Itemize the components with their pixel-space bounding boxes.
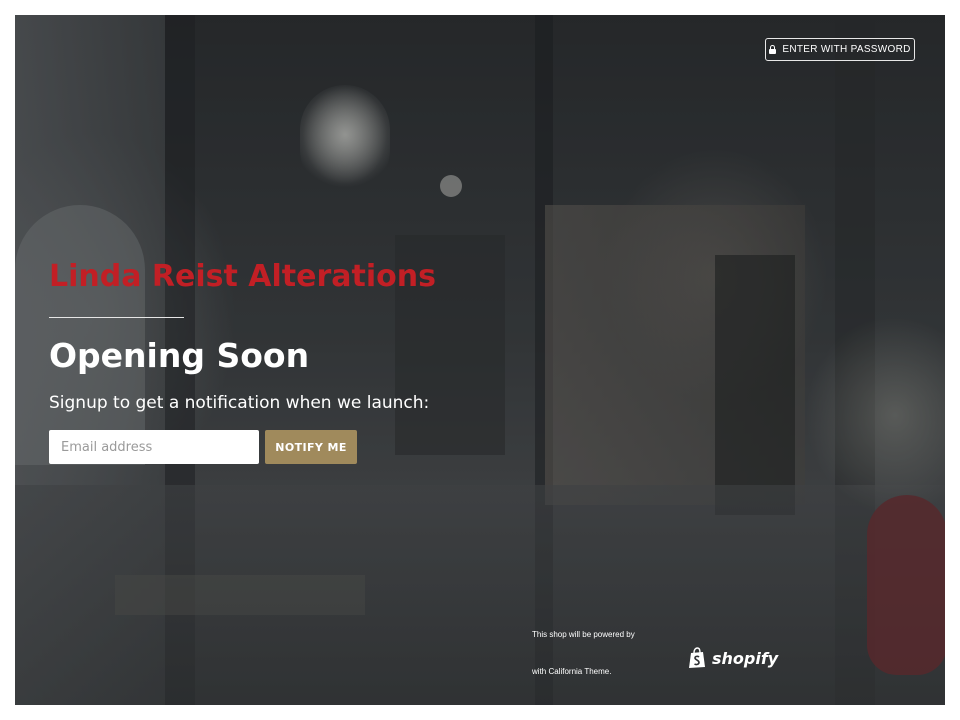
powered-by-line: This shop will be powered by xyxy=(532,630,635,639)
shopify-logo[interactable]: shopify xyxy=(688,647,778,669)
enter-with-password-button[interactable]: ENTER WITH PASSWORD xyxy=(765,38,915,61)
divider xyxy=(49,317,184,318)
signup-text: Signup to get a notification when we lau… xyxy=(49,393,430,413)
lock-icon xyxy=(769,45,777,54)
signup-form: NOTIFY ME xyxy=(49,430,649,464)
shop-name[interactable]: Linda Reist Alterations xyxy=(49,255,649,299)
main-content: Linda Reist Alterations Opening Soon Sig… xyxy=(49,255,649,464)
theme-credit-link[interactable]: with California Theme. xyxy=(532,667,611,676)
hero-background: ENTER WITH PASSWORD Linda Reist Alterati… xyxy=(15,15,945,705)
notify-me-button[interactable]: NOTIFY ME xyxy=(265,430,357,464)
page-title: Opening Soon xyxy=(49,336,310,375)
shopify-wordmark: shopify xyxy=(712,648,779,668)
password-button-label: ENTER WITH PASSWORD xyxy=(782,44,911,55)
shopify-bag-icon xyxy=(689,647,705,668)
email-field[interactable] xyxy=(49,430,259,464)
